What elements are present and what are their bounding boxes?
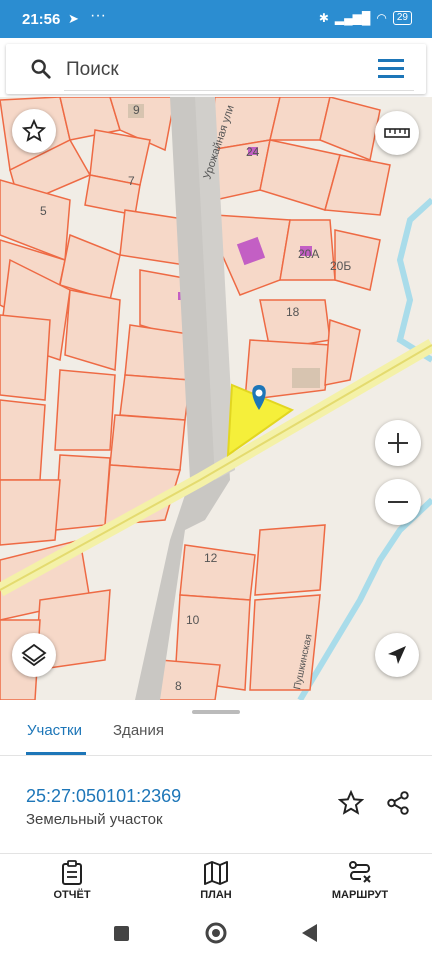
signal-icon: ▂▄▆█ [334, 11, 371, 25]
layers-button[interactable] [12, 633, 56, 677]
wifi-icon: ◠ [376, 11, 387, 25]
more-notifications-icon: ··· [90, 7, 106, 24]
map-label: 7 [128, 174, 135, 188]
status-icons: ✱ ▂▄▆█ ◠ 29 [319, 11, 412, 25]
sheet-drag-handle[interactable] [192, 710, 240, 714]
nav-report[interactable]: ОТЧЁТ [22, 860, 122, 901]
map-view[interactable]: 9 7 5 24 20А 20Б 18 12 10 8 Урожайная ул… [0, 97, 432, 700]
tab-buildings[interactable]: Здания [113, 722, 164, 739]
map-label: 24 [246, 145, 260, 159]
star-icon [338, 790, 364, 815]
map-label: 10 [186, 613, 200, 627]
my-location-button[interactable] [375, 633, 419, 677]
parcel-type: Земельный участок [26, 811, 163, 828]
layers-icon [21, 643, 47, 667]
favorites-button[interactable] [12, 109, 56, 153]
ruler-icon [384, 128, 410, 138]
map-canvas[interactable]: 9 7 5 24 20А 20Б 18 12 10 8 Урожайная ул… [0, 97, 432, 700]
map-label: 20Б [330, 259, 351, 273]
back-icon[interactable] [302, 924, 317, 942]
status-bar: 21:56 ➤ ··· ✱ ▂▄▆█ ◠ 29 [0, 0, 432, 38]
add-favorite-button[interactable] [334, 786, 368, 820]
search-underline [64, 90, 414, 91]
share-icon [387, 791, 409, 815]
search-input[interactable] [64, 54, 368, 86]
status-time: 21:56 [22, 11, 61, 28]
bottom-sheet: Участки Здания 25:27:050101:2369 Земельн… [0, 700, 432, 960]
telegram-icon: ➤ [68, 11, 79, 26]
zoom-out-button[interactable] [375, 479, 421, 525]
nav-route[interactable]: МАРШРУТ [310, 860, 410, 901]
clipboard-icon [62, 860, 82, 885]
bluetooth-icon: ✱ [318, 11, 329, 25]
hamburger-menu-icon[interactable] [376, 56, 406, 82]
system-navigation-bar [0, 918, 432, 948]
search-bar [6, 44, 426, 94]
tabs-divider [0, 755, 432, 756]
share-button[interactable] [381, 786, 415, 820]
zoom-in-button[interactable] [375, 420, 421, 466]
map-icon [204, 861, 228, 885]
map-label: 20А [298, 247, 319, 261]
map-label: 18 [286, 305, 300, 319]
route-icon [349, 861, 371, 883]
map-label: 9 [133, 103, 140, 117]
recent-apps-icon[interactable] [114, 926, 129, 941]
parcel-cadastral-number[interactable]: 25:27:050101:2369 [26, 786, 181, 807]
plus-icon [388, 433, 408, 453]
search-icon[interactable] [30, 58, 52, 80]
nav-divider [0, 853, 432, 854]
star-icon [22, 119, 46, 142]
map-label: 5 [40, 204, 47, 218]
battery-indicator: 29 [392, 11, 412, 25]
map-label: 12 [204, 551, 218, 565]
nav-plan[interactable]: ПЛАН [166, 860, 266, 901]
minus-icon [388, 501, 408, 503]
nav-route-label: МАРШРУТ [331, 889, 389, 901]
navigation-arrow-icon [388, 646, 406, 664]
nav-report-label: ОТЧЁТ [53, 889, 91, 901]
tab-parcels[interactable]: Участки [27, 722, 82, 739]
map-label: 8 [175, 679, 182, 693]
ruler-button[interactable] [375, 111, 419, 155]
nav-plan-label: ПЛАН [200, 889, 232, 901]
